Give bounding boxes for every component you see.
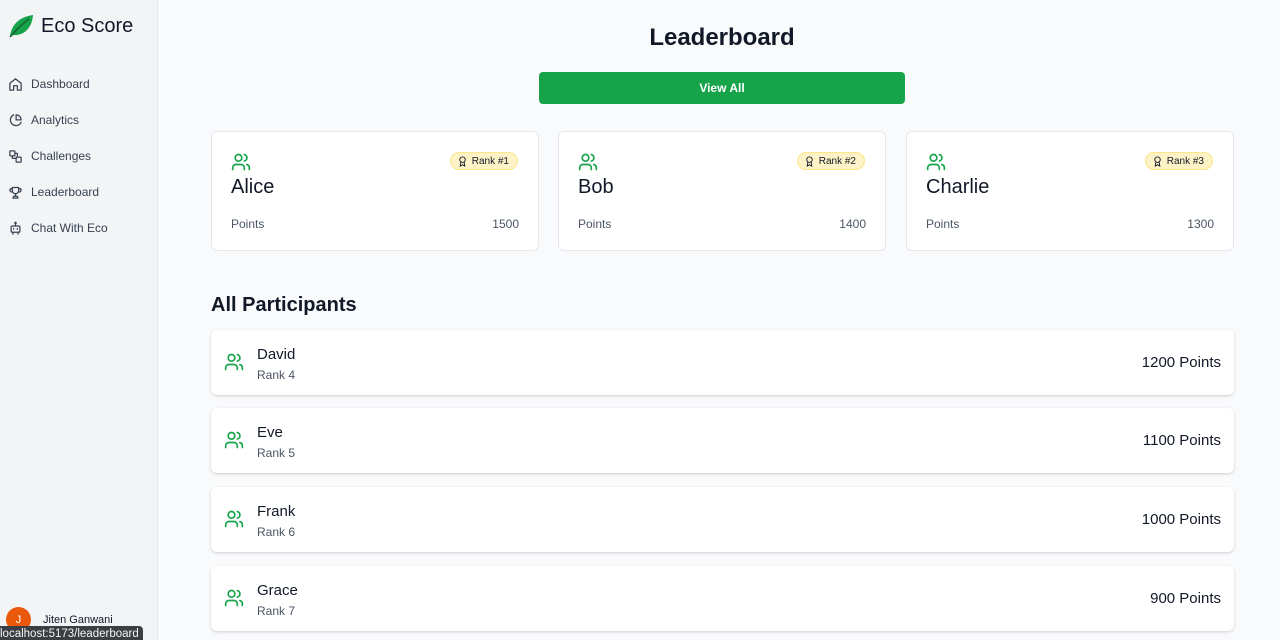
points-value: 1400 <box>839 217 866 231</box>
rank-badge: Rank #3 <box>1144 152 1213 170</box>
users-icon <box>926 153 946 171</box>
participant-points: 900 Points <box>1150 590 1221 607</box>
sidebar-item-label: Challenges <box>31 149 92 163</box>
sidebar-item-label: Dashboard <box>31 77 90 91</box>
sidebar-item-dashboard[interactable]: Dashboard <box>0 66 158 102</box>
trophy-icon <box>9 186 22 199</box>
participant-name: Frank <box>257 503 296 520</box>
participant-name: Charlie <box>926 176 990 198</box>
sidebar-item-challenges[interactable]: Challenges <box>0 138 158 174</box>
participant-name: Grace <box>257 582 298 599</box>
participant-points: 1200 Points <box>1141 354 1221 371</box>
top-participant-card[interactable]: Rank #3 Charlie Points 1300 <box>906 131 1234 251</box>
users-icon <box>231 153 251 171</box>
users-icon <box>224 589 244 607</box>
rank-badge-label: Rank #3 <box>1166 155 1204 167</box>
points-label: Points <box>926 217 960 231</box>
participant-name: Bob <box>578 176 614 198</box>
brand[interactable]: Eco Score <box>7 12 133 40</box>
participant-rank: Rank 6 <box>257 525 296 539</box>
sidebar-item-label: Leaderboard <box>31 185 100 199</box>
puzzle-icon <box>9 149 22 163</box>
points-value: 1500 <box>492 217 519 231</box>
sidebar-item-leaderboard[interactable]: Leaderboard <box>0 174 158 210</box>
top-participant-card[interactable]: Rank #1 Alice Points 1500 <box>211 131 539 251</box>
sidebar-nav: Dashboard Analytics Challenges Leaderboa… <box>0 66 158 246</box>
home-icon <box>9 77 22 91</box>
rank-badge-label: Rank #2 <box>818 155 856 167</box>
users-icon <box>224 510 244 528</box>
users-icon <box>224 431 244 449</box>
status-bar-url: localhost:5173/leaderboard <box>0 626 143 640</box>
participant-row[interactable]: David Rank 4 1200 Points <box>211 330 1234 395</box>
sidebar-item-chat-with-eco[interactable]: Chat With Eco <box>0 210 158 246</box>
users-icon <box>224 353 244 371</box>
main-content: Leaderboard View All Rank #1 Alice Point… <box>158 0 1280 640</box>
user-name: Jiten Ganwani <box>43 613 113 626</box>
participant-rank: Rank 7 <box>257 604 296 618</box>
sidebar: Eco Score Dashboard Analytics Challenges… <box>0 0 158 640</box>
award-icon <box>806 155 813 167</box>
all-participants-title: All Participants <box>211 294 357 316</box>
users-icon <box>578 153 598 171</box>
page-title: Leaderboard <box>649 24 795 51</box>
leaf-icon <box>9 15 33 38</box>
top-participant-card[interactable]: Rank #2 Bob Points 1400 <box>558 131 886 251</box>
rank-badge-label: Rank #1 <box>471 155 509 167</box>
participant-name: Alice <box>231 176 275 198</box>
sidebar-item-analytics[interactable]: Analytics <box>0 102 158 138</box>
rank-badge: Rank #2 <box>796 152 865 170</box>
participant-name: David <box>257 346 296 363</box>
participant-name: Eve <box>257 424 283 441</box>
participant-points: 1100 Points <box>1142 432 1221 449</box>
participant-row[interactable]: Eve Rank 5 1100 Points <box>211 408 1234 473</box>
sidebar-item-label: Analytics <box>31 113 80 127</box>
bot-icon <box>10 221 21 235</box>
app-name: Eco Score <box>41 14 134 37</box>
participant-rank: Rank 4 <box>257 368 296 382</box>
rank-badge: Rank #1 <box>449 152 518 170</box>
participant-points: 1000 Points <box>1141 511 1221 528</box>
points-label: Points <box>578 217 612 231</box>
view-all-button[interactable]: View All <box>539 72 905 104</box>
pie-chart-icon <box>9 113 22 126</box>
award-icon <box>459 155 466 167</box>
points-label: Points <box>231 217 265 231</box>
sidebar-item-label: Chat With Eco <box>31 221 108 235</box>
participant-row[interactable]: Frank Rank 6 1000 Points <box>211 487 1234 552</box>
points-value: 1300 <box>1187 217 1214 231</box>
participant-row[interactable]: Grace Rank 7 900 Points <box>211 566 1234 631</box>
participant-rank: Rank 5 <box>257 446 296 460</box>
award-icon <box>1154 155 1161 167</box>
